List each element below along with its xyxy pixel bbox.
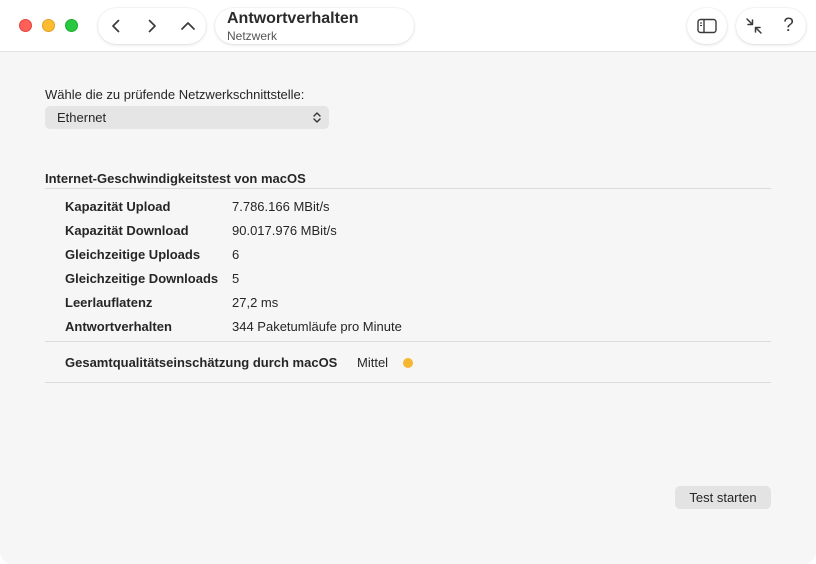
quality-key: Gesamtqualitätseinschätzung durch macOS <box>65 355 338 370</box>
result-key: Kapazität Upload <box>65 199 171 214</box>
speedtest-section-title: Internet-Geschwindigkeitstest von macOS <box>45 171 306 186</box>
result-key: Antwortverhalten <box>65 319 172 334</box>
result-key: Kapazität Download <box>65 223 189 238</box>
interface-select-value: Ethernet <box>57 110 107 125</box>
chevron-left-icon <box>112 19 120 33</box>
arrows-collapse-icon <box>745 18 762 34</box>
start-test-button[interactable]: Test starten <box>675 486 771 509</box>
sidebar-toggle-button[interactable] <box>687 8 727 44</box>
collapse-button[interactable] <box>736 8 771 44</box>
navigation-group <box>98 8 206 44</box>
result-value: 90.017.976 MBit/s <box>232 223 337 238</box>
quality-value: Mittel <box>357 355 389 370</box>
interface-label: Wähle die zu prüfende Netzwerkschnittste… <box>45 87 305 102</box>
result-value: 7.786.166 MBit/s <box>232 199 330 214</box>
app-window: Antwortverhalten Netzwerk ? Wähle die zu… <box>0 0 816 564</box>
interface-select[interactable]: Ethernet <box>45 106 329 129</box>
up-button[interactable] <box>170 8 206 44</box>
result-key: Gleichzeitige Uploads <box>65 247 201 262</box>
help-icon: ? <box>783 15 794 36</box>
quality-row: Gesamtqualitätseinschätzung durch macOS … <box>65 355 413 373</box>
result-value: 5 <box>232 271 240 286</box>
up-down-chevron-icon <box>313 112 321 123</box>
result-key: Gleichzeitige Downloads <box>65 271 219 286</box>
close-window-button[interactable] <box>19 19 32 32</box>
result-value: 344 Paketumläufe pro Minute <box>232 319 402 334</box>
zoom-window-button[interactable] <box>65 19 78 32</box>
main-content: Wähle die zu prüfende Netzwerkschnittste… <box>0 53 816 564</box>
result-value: 6 <box>232 247 240 262</box>
quality-status-dot <box>403 358 413 368</box>
help-button[interactable]: ? <box>771 8 806 44</box>
minimize-window-button[interactable] <box>42 19 55 32</box>
chevron-right-icon <box>148 19 156 33</box>
window-title: Antwortverhalten <box>227 10 359 27</box>
chevron-up-icon <box>181 22 195 30</box>
sidebar-icon <box>697 18 717 34</box>
window-title-group: Antwortverhalten Netzwerk <box>215 8 414 44</box>
result-key: Leerlauflatenz <box>65 295 153 310</box>
title-bar: Antwortverhalten Netzwerk ? <box>0 0 816 52</box>
quality-divider-top <box>45 341 771 342</box>
forward-button[interactable] <box>134 8 170 44</box>
result-value: 27,2 ms <box>232 295 279 310</box>
back-button[interactable] <box>98 8 134 44</box>
quality-divider-bottom <box>45 382 771 383</box>
window-actions-group: ? <box>736 8 806 44</box>
section-divider <box>45 188 771 189</box>
window-subtitle: Netzwerk <box>227 29 278 43</box>
